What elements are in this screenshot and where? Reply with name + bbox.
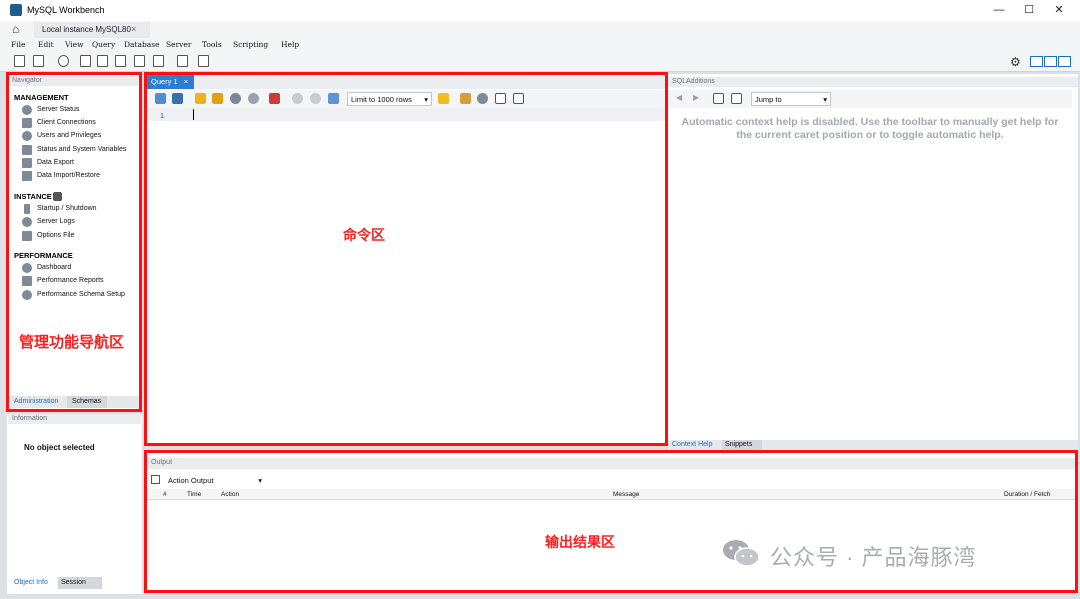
command-area-label: 命令区 — [343, 228, 385, 244]
minimize-button[interactable]: — — [990, 2, 1008, 18]
jump-to-select[interactable]: Jump to ▾ — [751, 92, 831, 106]
toggle-output-icon[interactable] — [1044, 56, 1057, 67]
information-title: Information — [12, 415, 48, 422]
maximize-button[interactable]: ☐ — [1020, 2, 1038, 18]
no-object-message: No object selected — [24, 443, 95, 452]
mysql-workbench-logo — [10, 4, 22, 16]
create-function-icon[interactable] — [153, 55, 164, 67]
menu-database[interactable]: Database — [124, 40, 160, 49]
open-sql-script-icon[interactable] — [33, 55, 44, 67]
forward-icon[interactable]: ▶ — [693, 93, 699, 102]
sql-additions-title: SQLAdditions — [672, 78, 715, 85]
menu-help[interactable]: Help — [281, 40, 299, 49]
chevron-down-icon: ▾ — [823, 95, 827, 104]
menu-bar — [0, 38, 1080, 52]
create-view-icon[interactable] — [115, 55, 126, 67]
close-button[interactable]: ✕ — [1050, 2, 1068, 18]
sql-additions-header — [668, 77, 1078, 87]
toggle-sidebar-icon[interactable] — [1030, 56, 1043, 67]
connection-tab-label: Local instance MySQL80 — [42, 25, 131, 34]
gear-icon[interactable]: ⚙ — [1010, 55, 1021, 69]
tab-context-help[interactable]: Context Help — [672, 441, 712, 448]
new-sql-tab-icon[interactable] — [14, 55, 25, 67]
inspect-object-icon[interactable] — [58, 55, 69, 67]
menu-tools[interactable]: Tools — [202, 40, 222, 49]
reconnect-icon[interactable] — [198, 55, 209, 67]
menu-edit[interactable]: Edit — [38, 40, 54, 49]
information-panel — [7, 414, 142, 594]
menu-query[interactable]: Query — [92, 40, 115, 49]
sql-additions-toolbar — [668, 90, 1072, 108]
auto-help-icon[interactable] — [731, 93, 742, 104]
create-procedure-icon[interactable] — [134, 55, 145, 67]
menu-file[interactable]: File — [11, 40, 25, 49]
tab-session[interactable]: Session — [58, 577, 102, 589]
wechat-logo — [723, 540, 760, 567]
create-schema-icon[interactable] — [80, 55, 91, 67]
search-table-data-icon[interactable] — [177, 55, 188, 67]
watermark-text: 公众号 · 产品海豚湾 — [770, 545, 977, 570]
back-icon[interactable]: ◀ — [676, 93, 682, 102]
title-bar — [0, 0, 1080, 21]
menu-server[interactable]: Server — [166, 40, 191, 49]
manual-help-icon[interactable] — [713, 93, 724, 104]
navigator-highlight-box — [6, 72, 142, 412]
home-icon[interactable]: ⌂ — [12, 22, 19, 36]
create-table-icon[interactable] — [97, 55, 108, 67]
menu-scripting[interactable]: Scripting — [233, 40, 268, 49]
command-highlight-box — [144, 72, 668, 446]
connection-tab-close-icon[interactable]: × — [131, 24, 136, 34]
context-help-message: Automatic context help is disabled. Use … — [681, 116, 1059, 141]
toggle-secondary-sidebar-icon[interactable] — [1058, 56, 1071, 67]
window-title: MySQL Workbench — [27, 5, 105, 15]
navigator-area-label: 管理功能导航区 — [19, 333, 125, 351]
output-area-label: 输出结果区 — [545, 535, 615, 551]
tab-object-info[interactable]: Object Info — [14, 579, 48, 586]
menu-view[interactable]: View — [65, 40, 84, 49]
connection-tab-strip — [0, 21, 1080, 38]
tab-snippets[interactable]: Snippets — [722, 440, 762, 450]
